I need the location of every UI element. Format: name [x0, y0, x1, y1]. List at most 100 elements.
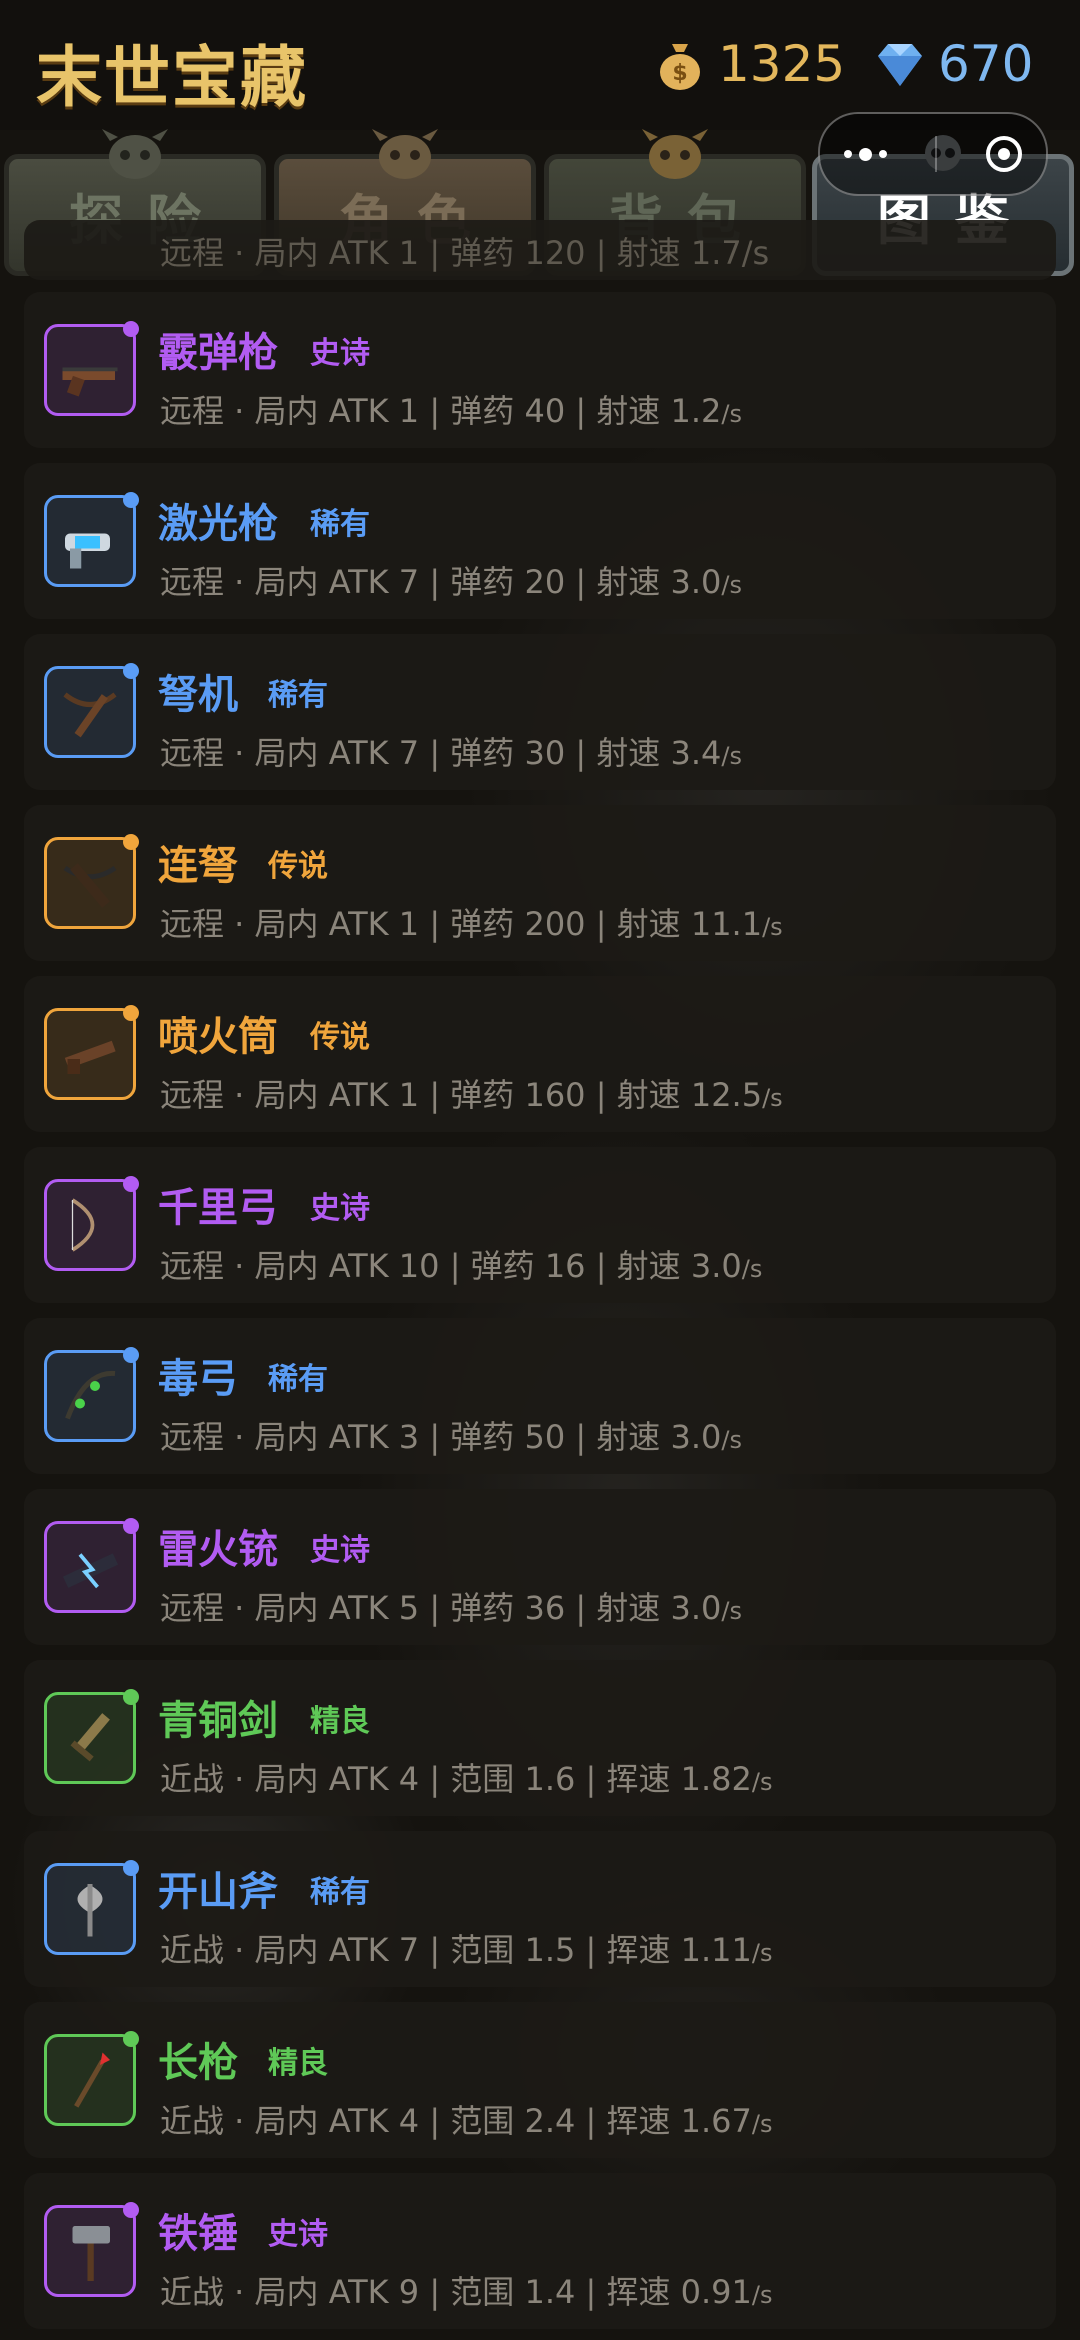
coin-amount: 1325	[718, 35, 846, 93]
item-stats-unit: /s	[721, 742, 742, 770]
item-rarity: 史诗	[268, 2217, 328, 2252]
gem-amount: 670	[938, 35, 1034, 93]
more-menu-button[interactable]	[844, 147, 888, 161]
poison-bow-icon	[65, 1370, 116, 1420]
list-item[interactable]: 青铜剑 精良 近战 · 局内 ATK 4 | 范围 1.6 | 挥速 1.82/s	[24, 1660, 1056, 1816]
item-rarity: 精良	[310, 1704, 370, 1739]
item-stats-unit: /s	[751, 2110, 773, 2138]
rarity-dot	[123, 492, 139, 508]
item-name: 霰弹枪	[158, 330, 278, 376]
item-name: 铁锤	[158, 2211, 238, 2257]
item-stats-unit: /s	[741, 1255, 763, 1283]
item-stats: 近战 · 局内 ATK 4 | 范围 1.6 | 挥速 1.82/s	[160, 1754, 773, 1800]
list-item[interactable]: 霰弹枪 史诗远程 · 局内 ATK 1 | 弹药 40 | 射速 1.2/s	[24, 292, 1056, 448]
list-item[interactable]: 喷火筒 传说 远程 · 局内 ATK 1 | 弹药 160 | 射速 12.5/s	[24, 976, 1056, 1132]
rarity-dot	[123, 1518, 139, 1534]
list-item[interactable]: 弩机 稀有 远程 · 局内 ATK 7 | 弹药 30 | 射速 3.4/s	[24, 634, 1056, 790]
svg-text:$: $	[672, 61, 687, 86]
item-thumbnail	[44, 1689, 139, 1784]
flamethrower-icon	[64, 1040, 116, 1074]
item-stats-text: 近战 · 局内 ATK 4 | 范围 1.6 | 挥速 1.82	[160, 1760, 752, 1798]
item-stats-text: 近战 · 局内 ATK 9 | 范围 1.4 | 挥速 0.91	[160, 2273, 752, 2311]
item-name: 连弩	[158, 843, 238, 889]
item-thumbnail	[44, 2031, 139, 2126]
list-item[interactable]: 开山斧 稀有 近战 · 局内 ATK 7 | 范围 1.5 | 挥速 1.11/s	[24, 1831, 1056, 1987]
app-root: 末世宝藏 $ 1325 670 远程 · 局内 ATK 1 | 弹药 120 |…	[0, 0, 1080, 2340]
item-thumbnail	[44, 663, 139, 758]
repeating-crossbow-icon	[63, 863, 117, 908]
gargoyle-head-icon	[372, 129, 438, 179]
item-rarity: 史诗	[310, 336, 370, 371]
item-stats-text: 远程 · 局内 ATK 3 | 弹药 50 | 射速 3.0	[160, 1418, 722, 1456]
item-name: 毒弓	[158, 1356, 238, 1402]
gargoyle-head-icon	[642, 129, 708, 179]
rarity-dot	[123, 1005, 139, 1021]
item-stats-text: 近战 · 局内 ATK 4 | 范围 2.4 | 挥速 1.67	[160, 2102, 752, 2140]
item-stats-text: 远程 · 局内 ATK 1 | 弹药 200 | 射速 11.1	[160, 905, 763, 943]
item-stats: 远程 · 局内 ATK 7 | 弹药 20 | 射速 3.0/s	[160, 557, 742, 603]
item-stats-unit: /s	[751, 1768, 773, 1796]
item-thumbnail	[44, 1518, 139, 1613]
item-thumbnail	[44, 1860, 139, 1955]
item-stats-unit: /s	[762, 913, 783, 941]
item-name: 激光枪	[158, 501, 278, 547]
item-stats: 远程 · 局内 ATK 10 | 弹药 16 | 射速 3.0/s	[160, 1241, 762, 1287]
item-stats-unit: /s	[721, 1426, 742, 1454]
item-stats-text: 远程 · 局内 ATK 7 | 弹药 20 | 射速 3.0	[160, 563, 722, 601]
game-title: 末世宝藏	[36, 39, 308, 116]
item-stats-text: 远程 · 局内 ATK 7 | 弹药 30 | 射速 3.4	[160, 734, 722, 772]
gem-counter: 670	[872, 34, 1033, 94]
longbow-icon	[71, 1198, 95, 1252]
item-thumbnail	[44, 2202, 139, 2297]
coin-counter: $ 1325	[652, 34, 845, 94]
item-stats: 远程 · 局内 ATK 3 | 弹药 50 | 射速 3.0/s	[160, 1412, 742, 1458]
rarity-dot	[123, 1176, 139, 1192]
item-rarity: 史诗	[310, 1191, 370, 1226]
item-name: 弩机	[158, 672, 238, 718]
partial-item-stats: 远程 · 局内 ATK 1 | 弹药 120 | 射速 1.7/s	[160, 234, 770, 272]
list-item-partial[interactable]: 远程 · 局内 ATK 1 | 弹药 120 | 射速 1.7/s	[24, 220, 1056, 280]
item-rarity: 稀有	[310, 507, 370, 542]
hammer-icon	[72, 2226, 110, 2281]
item-name: 千里弓	[158, 1185, 278, 1231]
item-rarity: 稀有	[268, 1362, 328, 1397]
item-stats: 近战 · 局内 ATK 7 | 范围 1.5 | 挥速 1.11/s	[160, 1925, 773, 1971]
item-stats: 远程 · 局内 ATK 1 | 弹药 160 | 射速 12.5/s	[160, 1070, 783, 1116]
item-rarity: 传说	[310, 1020, 370, 1055]
item-thumbnail	[44, 1347, 139, 1442]
item-stats: 近战 · 局内 ATK 9 | 范围 1.4 | 挥速 0.91/s	[160, 2267, 773, 2313]
list-item[interactable]: 千里弓 史诗远程 · 局内 ATK 10 | 弹药 16 | 射速 3.0/s	[24, 1147, 1056, 1303]
spear-icon	[74, 2052, 110, 2108]
item-name: 长枪	[158, 2040, 238, 2086]
item-stats-unit: /s	[762, 1084, 783, 1112]
item-stats-unit: /s	[721, 400, 742, 428]
shotgun-icon	[62, 367, 118, 397]
money-bag-icon: $	[660, 44, 700, 90]
gargoyle-head-icon	[102, 129, 168, 179]
item-name: 开山斧	[158, 1869, 278, 1915]
item-stats-unit: /s	[751, 2281, 773, 2309]
list-item[interactable]: 长枪 精良 近战 · 局内 ATK 4 | 范围 2.4 | 挥速 1.67/s	[24, 2002, 1056, 2158]
item-thumbnail	[44, 492, 139, 587]
battle-axe-icon	[77, 1884, 103, 1937]
list-item[interactable]: 连弩 传说 远程 · 局内 ATK 1 | 弹药 200 | 射速 11.1/s	[24, 805, 1056, 961]
item-rarity: 史诗	[310, 1533, 370, 1568]
list-item[interactable]: 激光枪 稀有远程 · 局内 ATK 7 | 弹药 20 | 射速 3.0/s	[24, 463, 1056, 619]
list-item[interactable]: 毒弓 稀有远程 · 局内 ATK 3 | 弹药 50 | 射速 3.0/s	[24, 1318, 1056, 1474]
thunder-gun-icon	[62, 1553, 119, 1589]
item-stats-unit: /s	[721, 1597, 742, 1625]
item-stats: 远程 · 局内 ATK 7 | 弹药 30 | 射速 3.4/s	[160, 728, 742, 774]
list-item[interactable]: 雷火铳 史诗 远程 · 局内 ATK 5 | 弹药 36 | 射速 3.0/s	[24, 1489, 1056, 1645]
item-stats-text: 远程 · 局内 ATK 1 | 弹药 40 | 射速 1.2	[160, 392, 722, 430]
miniprogram-capsule	[818, 112, 1048, 196]
item-stats: 远程 · 局内 ATK 1 | 弹药 200 | 射速 11.1/s	[160, 899, 783, 945]
rarity-dot	[123, 1689, 139, 1705]
list-item[interactable]: 铁锤 史诗近战 · 局内 ATK 9 | 范围 1.4 | 挥速 0.91/s	[24, 2173, 1056, 2329]
rarity-dot	[123, 663, 139, 679]
item-thumbnail	[44, 1005, 139, 1100]
top-bar: 末世宝藏 $ 1325 670	[0, 0, 1080, 130]
rarity-dot	[123, 834, 139, 850]
rarity-dot	[123, 1860, 139, 1876]
rarity-dot	[123, 2202, 139, 2218]
close-miniprogram-button[interactable]	[985, 136, 1022, 172]
